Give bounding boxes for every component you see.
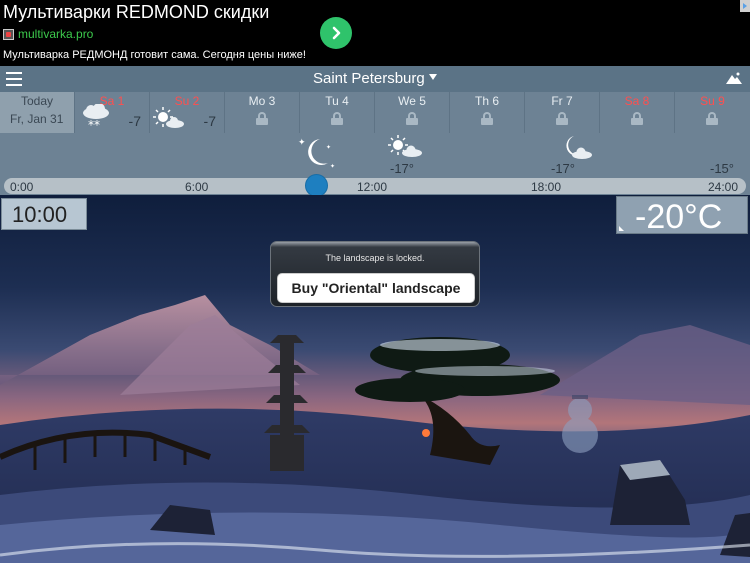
- day-th6[interactable]: Th 6: [450, 92, 525, 133]
- temperature-text: -20°C: [635, 198, 723, 236]
- svg-text:✦: ✦: [326, 144, 331, 151]
- sun-cloud-icon: [388, 135, 422, 157]
- time-text: 10:00: [12, 202, 68, 227]
- lock-icon: [706, 112, 718, 125]
- day-tu4[interactable]: Tu 4: [300, 92, 375, 133]
- hour-temp: -17°: [390, 161, 414, 176]
- ad-description: Мультиварка РЕДМОНД готовит сама. Сегодн…: [3, 49, 306, 61]
- day-name: Su 9: [700, 94, 725, 108]
- top-bar: Saint Petersburg: [0, 66, 750, 92]
- day-we5[interactable]: We 5: [375, 92, 450, 133]
- day-today[interactable]: Today Fr, Jan 31: [0, 92, 75, 133]
- day-name: Sa 8: [624, 94, 650, 108]
- svg-text:✦: ✦: [330, 163, 335, 170]
- svg-text:**: **: [88, 118, 100, 132]
- time-tick: 6:00: [185, 180, 209, 194]
- ad-title[interactable]: Мультиварки REDMOND скидки: [3, 2, 269, 23]
- ad-url-row[interactable]: multivarka.pro: [3, 27, 93, 41]
- timeline: 0:00 6:00 12:00 18:00 24:00: [0, 174, 750, 197]
- time-slider-knob[interactable]: [305, 174, 328, 197]
- cloud-snow-icon: **: [83, 104, 109, 132]
- day-temp: -7: [203, 113, 216, 129]
- lock-icon: [256, 112, 268, 125]
- lock-icon: [331, 112, 343, 125]
- hourly-forecast: ✦ ✦ ✦ -17° -17° -15°: [0, 133, 750, 177]
- hour-temp: -15°: [710, 161, 734, 176]
- temperature-display[interactable]: -20°C: [616, 196, 748, 236]
- day-name: We 5: [398, 94, 426, 108]
- time-tick: 24:00: [708, 180, 739, 194]
- day-name: Th 6: [474, 94, 499, 108]
- day-name: Mo 3: [248, 94, 276, 108]
- time-display: 10:00: [1, 198, 87, 230]
- time-tick: 18:00: [531, 180, 562, 194]
- ad-go-button[interactable]: [320, 17, 352, 49]
- adchoices-icon[interactable]: [740, 0, 750, 12]
- day-name: Today: [20, 94, 54, 108]
- moon-cloud-icon: [566, 136, 592, 159]
- lock-icon: [631, 112, 643, 125]
- day-temp: -7: [128, 113, 141, 129]
- locked-landscape-dialog: The landscape is locked. Buy "Oriental" …: [270, 241, 480, 307]
- day-name: Tu 4: [325, 94, 349, 108]
- lock-icon: [481, 112, 493, 125]
- dropdown-caret-icon: [428, 74, 437, 80]
- city-selector[interactable]: Saint Petersburg: [313, 70, 437, 87]
- dialog-message: The landscape is locked.: [325, 253, 425, 263]
- svg-text:✦: ✦: [298, 138, 306, 148]
- day-fr7[interactable]: Fr 7: [525, 92, 600, 133]
- ad-url[interactable]: multivarka.pro: [18, 27, 93, 41]
- day-date: Fr, Jan 31: [10, 112, 64, 126]
- hamburger-menu-icon[interactable]: [6, 72, 22, 86]
- day-sa8[interactable]: Sa 8: [600, 92, 675, 133]
- chevron-right-icon: [332, 26, 341, 40]
- city-name: Saint Petersburg: [313, 70, 425, 87]
- time-tick: 0:00: [10, 180, 34, 194]
- lock-icon: [406, 112, 418, 125]
- hour-temp: -17°: [551, 161, 575, 176]
- corner-marker-icon: [619, 226, 624, 231]
- day-name: Fr 7: [551, 94, 573, 108]
- day-sa1[interactable]: Sa 1 ** -7: [75, 92, 150, 133]
- sun-cloud-icon: [153, 107, 184, 128]
- moon-stars-icon: ✦ ✦ ✦: [298, 138, 335, 170]
- day-su2[interactable]: Su 2 -7: [150, 92, 225, 133]
- day-mo3[interactable]: Mo 3: [225, 92, 300, 133]
- daily-forecast: Today Fr, Jan 31 Sa 1 ** -7 Su 2 -7 Mo 3: [0, 92, 750, 133]
- mountain-icon[interactable]: [726, 72, 742, 84]
- time-slider-track[interactable]: 0:00 6:00 12:00 18:00 24:00: [4, 178, 746, 194]
- site-favicon-icon: [3, 28, 14, 40]
- time-tick: 12:00: [357, 180, 388, 194]
- buy-landscape-button[interactable]: Buy "Oriental" landscape: [277, 273, 475, 303]
- day-su9[interactable]: Su 9: [675, 92, 750, 133]
- lock-icon: [556, 112, 568, 125]
- ad-banner[interactable]: Мультиварки REDMOND скидки multivarka.pr…: [0, 0, 750, 66]
